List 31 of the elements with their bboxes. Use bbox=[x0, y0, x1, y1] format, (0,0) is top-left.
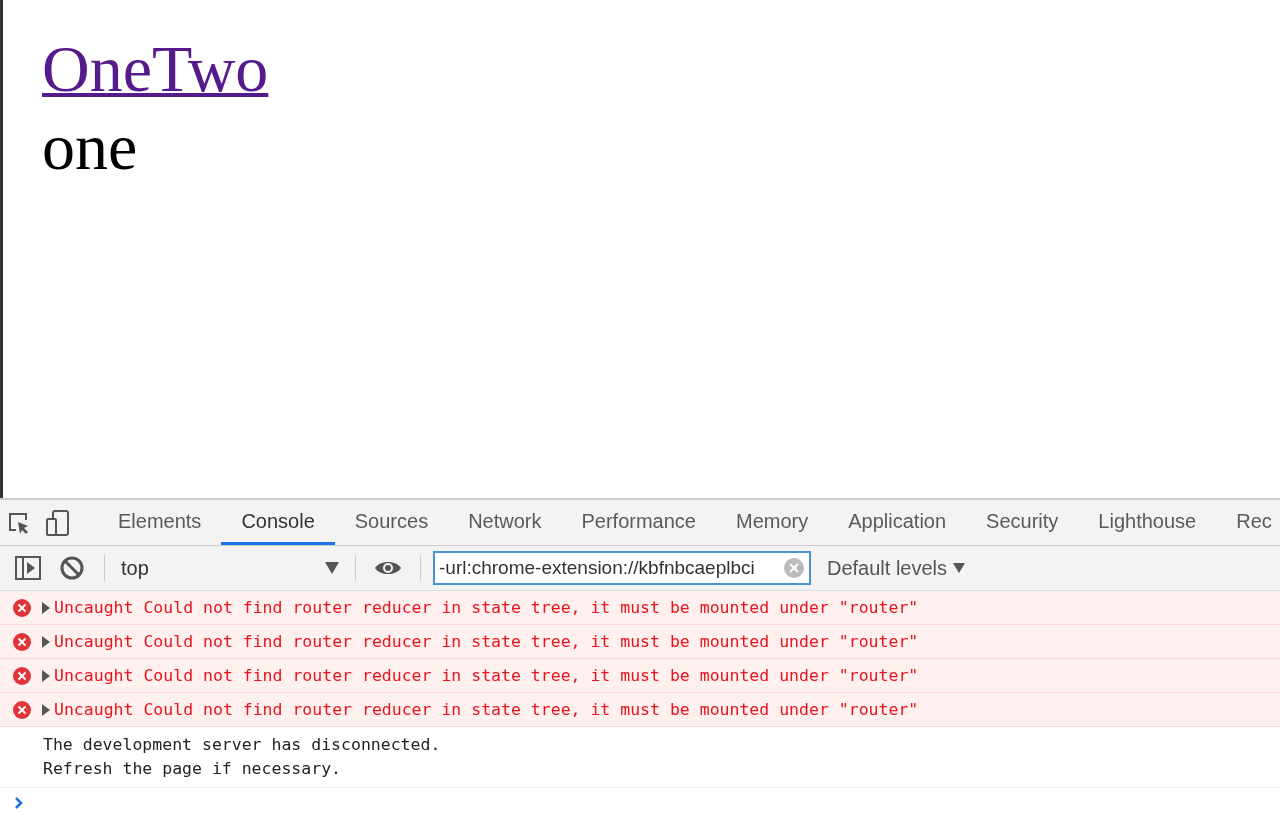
devtools-tab[interactable]: Security bbox=[966, 500, 1079, 545]
error-icon bbox=[13, 666, 31, 685]
error-icon bbox=[13, 598, 31, 617]
devtools-tab[interactable]: Performance bbox=[561, 500, 716, 545]
error-message-text: Uncaught Could not find router reducer in state tree, it must be mounted under "router" bbox=[54, 698, 919, 721]
levels-dropdown[interactable]: Default levels bbox=[821, 555, 972, 581]
prompt-chevron-icon bbox=[14, 796, 24, 810]
expand-triangle-icon[interactable] bbox=[41, 703, 51, 716]
console-message-text: Refresh the page if necessary. bbox=[43, 758, 342, 780]
devtools-tab[interactable]: Application bbox=[828, 500, 967, 545]
error-icon bbox=[13, 700, 31, 719]
error-message-text: Uncaught Could not find router reducer in state tree, it must be mounted under "router" bbox=[54, 630, 919, 653]
expand-triangle-icon[interactable] bbox=[41, 601, 51, 614]
devtools-tab[interactable]: Memory bbox=[716, 500, 829, 545]
console-message-text: The development server has disconnected. bbox=[43, 734, 441, 756]
devtools-tab[interactable]: Elements bbox=[98, 500, 222, 545]
expand-triangle-icon[interactable] bbox=[41, 635, 51, 648]
dropdown-caret-icon bbox=[953, 563, 966, 573]
error-message-text: Uncaught Could not find router reducer in state tree, it must be mounted under "router" bbox=[54, 664, 919, 687]
devtools-tab[interactable]: Sources bbox=[334, 500, 449, 545]
context-select[interactable]: top bbox=[115, 550, 345, 586]
page-link[interactable]: OneTwo bbox=[42, 30, 269, 108]
devtools-tab[interactable]: Lighthouse bbox=[1078, 500, 1217, 545]
error-message-text: Uncaught Could not find router reducer in state tree, it must be mounted under "router" bbox=[54, 596, 919, 619]
dropdown-caret-icon bbox=[325, 562, 339, 574]
error-icon bbox=[13, 632, 31, 651]
page-text: one bbox=[42, 109, 138, 185]
filter-field[interactable]: -url:chrome-extension://kbfnbcaeplbci bbox=[433, 551, 811, 585]
devtools-tab[interactable]: Network bbox=[448, 500, 562, 545]
expand-triangle-icon[interactable] bbox=[41, 669, 51, 682]
devtools-tab[interactable]: Rec bbox=[1216, 500, 1280, 545]
